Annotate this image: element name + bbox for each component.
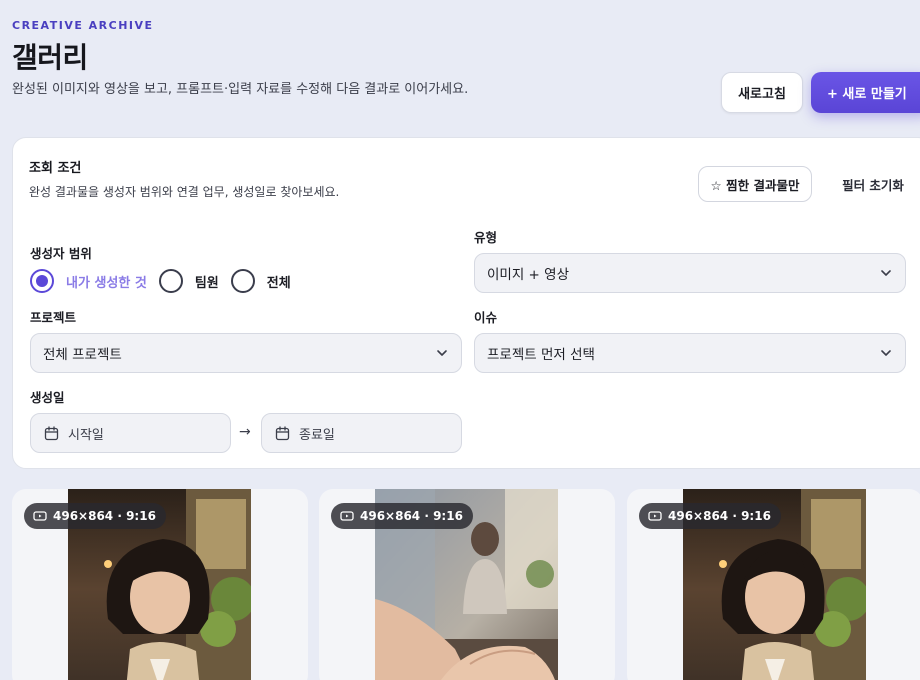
result-card[interactable]: 496×864 · 9:16 (319, 489, 615, 680)
filter-card-description: 완성 결과물을 생성자 범위와 연결 업무, 생성일로 찾아보세요. (29, 185, 340, 199)
issue-select[interactable]: 프로젝트 먼저 선택 (474, 333, 906, 373)
chevron-down-icon (437, 350, 447, 356)
media-size-badge: 496×864 · 9:16 (331, 503, 473, 529)
created-date-label: 생성일 (30, 390, 65, 405)
reset-filters-button[interactable]: 필터 초기화 (823, 166, 920, 202)
type-select[interactable]: 이미지 + 영상 (474, 253, 906, 293)
create-new-button[interactable]: + 새로 만들기 (811, 72, 920, 113)
issue-label: 이슈 (474, 310, 498, 325)
radio-team[interactable]: 팀원 (158, 269, 219, 293)
page-subtitle: 완성된 이미지와 영상을 보고, 프롬프트·입력 자료를 수정해 다음 결과로 … (12, 82, 469, 97)
media-size-text: 496×864 · 9:16 (668, 509, 771, 523)
chevron-down-icon (881, 350, 891, 356)
create-new-label: + 새로 만들기 (827, 87, 907, 102)
date-range-arrow: → (239, 424, 251, 440)
creator-scope-radio-group: 내가 생성한 것 팀원 전체 (30, 269, 303, 293)
video-icon (648, 511, 662, 521)
end-date-input[interactable]: 종료일 (261, 413, 462, 453)
media-size-text: 496×864 · 9:16 (53, 509, 156, 523)
type-select-value: 이미지 + 영상 (487, 267, 569, 283)
video-icon (33, 511, 47, 521)
creator-scope-label: 생성자 범위 (30, 246, 92, 261)
radio-all-label: 전체 (266, 275, 291, 291)
calendar-icon (275, 425, 290, 440)
refresh-button[interactable]: 새로고침 (721, 72, 803, 113)
chevron-down-icon (881, 270, 891, 276)
radio-circle (230, 269, 255, 293)
radio-circle (158, 269, 183, 293)
calendar-icon (44, 425, 59, 440)
start-date-placeholder: 시작일 (68, 427, 104, 443)
radio-all[interactable]: 전체 (230, 269, 291, 293)
issue-select-value: 프로젝트 먼저 선택 (487, 347, 595, 363)
project-label: 프로젝트 (30, 310, 77, 325)
media-size-badge: 496×864 · 9:16 (24, 503, 166, 529)
type-label: 유형 (474, 230, 498, 245)
start-date-input[interactable]: 시작일 (30, 413, 231, 453)
radio-mine-label: 내가 생성한 것 (66, 275, 147, 291)
media-size-text: 496×864 · 9:16 (360, 509, 463, 523)
radio-team-label: 팀원 (194, 275, 219, 291)
page-eyebrow: CREATIVE ARCHIVE (12, 19, 154, 32)
project-select[interactable]: 전체 프로젝트 (30, 333, 462, 373)
page-title: 갤러리 (12, 41, 88, 74)
filter-card: 조회 조건 완성 결과물을 생성자 범위와 연결 업무, 생성일로 찾아보세요.… (12, 137, 920, 469)
radio-mine[interactable]: 내가 생성한 것 (30, 269, 147, 293)
favorites-only-button[interactable]: ☆ 찜한 결과물만 (698, 166, 812, 202)
result-card[interactable]: 496×864 · 9:16 (12, 489, 308, 680)
video-icon (340, 511, 354, 521)
media-size-badge: 496×864 · 9:16 (639, 503, 781, 529)
result-card[interactable]: 496×864 · 9:16 (627, 489, 920, 680)
end-date-placeholder: 종료일 (299, 427, 335, 443)
project-select-value: 전체 프로젝트 (43, 347, 122, 363)
filter-card-title: 조회 조건 (29, 161, 82, 176)
radio-circle (30, 269, 54, 293)
